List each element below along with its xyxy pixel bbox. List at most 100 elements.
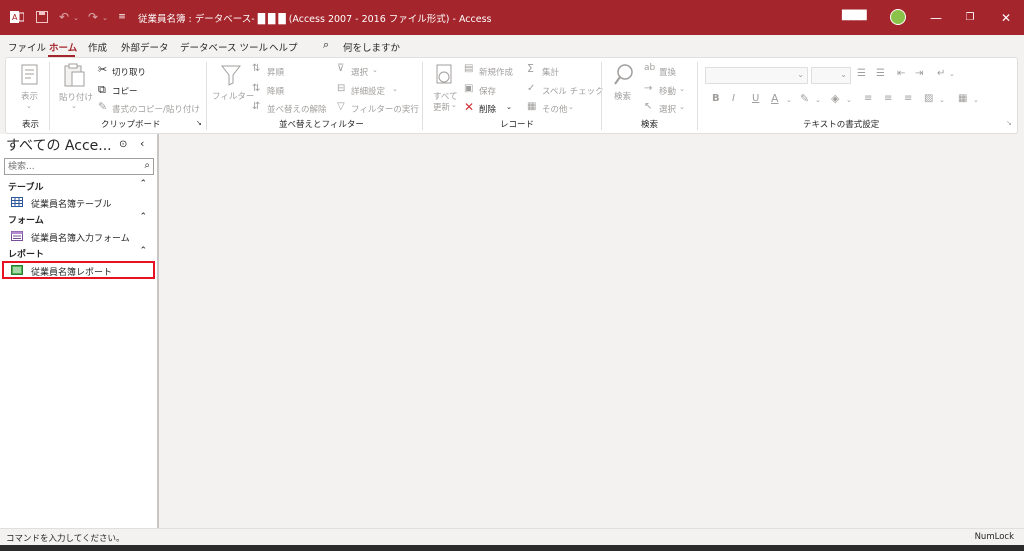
totals-button[interactable]: 集計 bbox=[542, 66, 559, 78]
delete-icon[interactable]: ✕ bbox=[464, 100, 474, 114]
avatar[interactable] bbox=[890, 9, 906, 25]
select-button[interactable]: 選択 bbox=[659, 103, 676, 115]
more-icon[interactable]: ▦ bbox=[527, 101, 536, 112]
view-button-label[interactable]: 表示 bbox=[21, 90, 38, 102]
gridlines-dropdown-icon[interactable]: ⌄ bbox=[973, 96, 979, 104]
minimize-button[interactable]: — bbox=[919, 0, 953, 35]
remove-sort-icon[interactable]: ⇵ bbox=[252, 101, 260, 112]
refresh-dropdown-icon[interactable]: ⌄ bbox=[451, 101, 457, 109]
remove-sort-button[interactable]: 並べ替えの解除 bbox=[267, 103, 327, 115]
spelling-icon[interactable]: ✓ bbox=[527, 83, 535, 94]
selection-filter-icon[interactable]: ⊽ bbox=[337, 63, 344, 74]
shutter-bar-close-icon[interactable]: ‹ bbox=[140, 137, 144, 150]
font-name-combo[interactable]: ⌄ bbox=[705, 67, 808, 84]
sort-ascending-icon[interactable]: ⇅ bbox=[252, 63, 260, 74]
numbering-icon[interactable]: ☰ bbox=[876, 68, 885, 79]
access-icon[interactable]: A bbox=[9, 9, 25, 25]
copy-icon[interactable]: ⧉ bbox=[98, 83, 106, 97]
selection-dropdown-icon[interactable]: ⌄ bbox=[372, 66, 378, 74]
nav-search-input[interactable] bbox=[5, 159, 135, 174]
select-icon[interactable]: ↖ bbox=[644, 101, 652, 112]
font-color-icon[interactable]: A bbox=[771, 92, 779, 105]
replace-button[interactable]: 置換 bbox=[659, 66, 676, 78]
toggle-filter-icon[interactable]: ▽ bbox=[337, 101, 345, 112]
search-icon[interactable]: ⌕ bbox=[144, 160, 150, 171]
undo-dropdown-icon[interactable]: ⌄ bbox=[68, 10, 84, 26]
advanced-dropdown-icon[interactable]: ⌄ bbox=[392, 85, 398, 93]
bullets-icon[interactable]: ☰ bbox=[857, 68, 866, 79]
nav-category-tables[interactable]: テーブル ⌃ bbox=[0, 178, 157, 194]
alternate-row-dropdown-icon[interactable]: ⌄ bbox=[939, 96, 945, 104]
tell-me-search[interactable]: 何をしますか bbox=[343, 40, 400, 54]
advanced-button[interactable]: 詳細設定 bbox=[351, 85, 385, 97]
close-button[interactable]: ✕ bbox=[989, 0, 1023, 35]
new-record-button[interactable]: 新規作成 bbox=[479, 66, 513, 78]
tab-home[interactable]: ホーム bbox=[49, 40, 77, 54]
gridlines-icon[interactable]: ▦ bbox=[958, 93, 967, 104]
tab-help[interactable]: ヘルプ bbox=[269, 40, 298, 54]
spelling-button[interactable]: スペル チェック bbox=[542, 85, 604, 97]
save-record-button[interactable]: 保存 bbox=[479, 85, 496, 97]
delete-button[interactable]: 削除 bbox=[479, 103, 496, 115]
highlight-color-icon[interactable]: ✎ bbox=[800, 92, 809, 105]
save-icon[interactable] bbox=[34, 9, 50, 25]
nav-pane-title[interactable]: すべての Acce... bbox=[6, 135, 112, 155]
toggle-filter-button[interactable]: フィルターの実行 bbox=[351, 103, 419, 115]
find-button-label[interactable]: 検索 bbox=[614, 90, 631, 102]
nav-category-reports[interactable]: レポート ⌃ bbox=[0, 245, 157, 261]
font-size-combo[interactable]: ⌄ bbox=[811, 67, 851, 84]
refresh-all-icon[interactable] bbox=[433, 63, 455, 87]
paragraph-direction-dropdown-icon[interactable]: ⌄ bbox=[949, 70, 955, 78]
nav-item-table[interactable]: 従業員名簿テーブル bbox=[0, 194, 157, 211]
paragraph-direction-icon[interactable]: ↵ bbox=[937, 68, 945, 79]
sort-ascending-button[interactable]: 昇順 bbox=[267, 66, 284, 78]
replace-icon[interactable]: ab bbox=[644, 63, 655, 73]
bold-button[interactable]: B bbox=[712, 93, 720, 104]
tab-file[interactable]: ファイル bbox=[8, 40, 46, 54]
paste-icon[interactable] bbox=[63, 63, 87, 89]
goto-dropdown-icon[interactable]: ⌄ bbox=[679, 85, 685, 93]
customize-icon[interactable]: ≡ bbox=[114, 9, 130, 25]
filter-icon[interactable] bbox=[220, 63, 242, 87]
nav-menu-icon[interactable]: ⊙ bbox=[119, 139, 127, 150]
new-record-icon[interactable]: ▤ bbox=[464, 63, 473, 74]
redo-dropdown-icon[interactable]: ⌄ bbox=[97, 10, 113, 26]
delete-dropdown-icon[interactable]: ⌄ bbox=[506, 103, 512, 111]
tab-database-tools[interactable]: データベース ツール bbox=[180, 40, 268, 54]
nav-item-form[interactable]: 従業員名簿入力フォーム bbox=[0, 228, 157, 245]
nav-category-forms[interactable]: フォーム ⌃ bbox=[0, 211, 157, 227]
refresh-all-label-2[interactable]: 更新 bbox=[433, 101, 450, 113]
user-name[interactable]: ████ bbox=[842, 11, 867, 21]
selection-button[interactable]: 選択 bbox=[351, 66, 368, 78]
view-icon[interactable] bbox=[19, 63, 41, 87]
more-dropdown-icon[interactable]: ⌄ bbox=[568, 103, 574, 111]
cut-button[interactable]: 切り取り bbox=[112, 66, 146, 78]
italic-button[interactable]: I bbox=[732, 93, 735, 104]
decrease-indent-icon[interactable]: ⇤ bbox=[897, 68, 905, 79]
view-dropdown-icon[interactable]: ⌄ bbox=[26, 102, 32, 110]
font-color-dropdown-icon[interactable]: ⌄ bbox=[786, 96, 792, 104]
more-button[interactable]: その他 bbox=[542, 103, 568, 115]
format-painter-button[interactable]: 書式のコピー/貼り付け bbox=[112, 103, 200, 115]
underline-button[interactable]: U bbox=[752, 93, 759, 104]
goto-icon[interactable]: → bbox=[644, 83, 652, 94]
text-format-launcher-icon[interactable]: ↘ bbox=[1006, 119, 1012, 127]
select-dropdown-icon[interactable]: ⌄ bbox=[679, 103, 685, 111]
tab-external-data[interactable]: 外部データ bbox=[121, 40, 169, 54]
cut-icon[interactable]: ✂ bbox=[98, 63, 107, 76]
goto-button[interactable]: 移動 bbox=[659, 85, 676, 97]
search-icon[interactable]: ⌕ bbox=[323, 38, 329, 52]
nav-search-box[interactable]: ⌕ bbox=[4, 158, 154, 175]
format-painter-icon[interactable]: ✎ bbox=[98, 100, 107, 113]
tab-create[interactable]: 作成 bbox=[88, 40, 107, 54]
paste-dropdown-icon[interactable]: ⌄ bbox=[71, 102, 77, 110]
totals-icon[interactable]: Σ bbox=[527, 62, 534, 75]
clipboard-launcher-icon[interactable]: ↘ bbox=[196, 119, 202, 127]
sort-descending-button[interactable]: 降順 bbox=[267, 85, 284, 97]
align-left-icon[interactable]: ≡ bbox=[864, 93, 872, 104]
align-center-icon[interactable]: ≡ bbox=[884, 93, 892, 104]
restore-button[interactable]: ❐ bbox=[953, 0, 987, 35]
alternate-row-color-icon[interactable]: ▨ bbox=[924, 93, 933, 104]
increase-indent-icon[interactable]: ⇥ bbox=[915, 68, 923, 79]
copy-button[interactable]: コピー bbox=[112, 85, 138, 97]
